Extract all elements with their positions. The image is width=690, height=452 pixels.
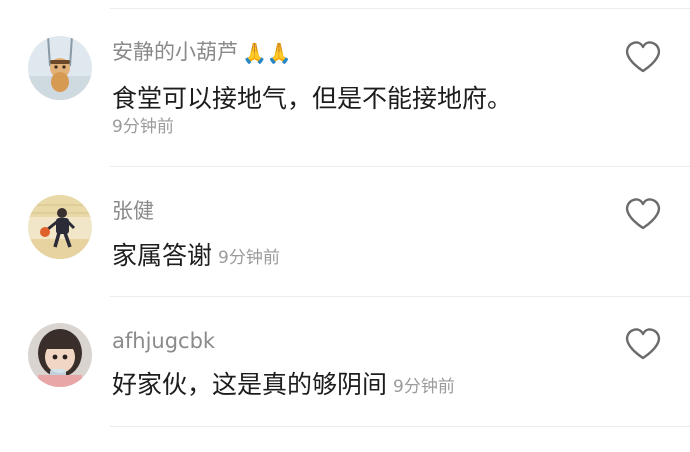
user-avatar[interactable] [28,323,92,387]
basketball-player-avatar-icon [28,195,92,259]
comment-time: 9分钟前 [393,377,455,397]
comment-text-body: 好家伙，这是真的够阴间 [112,370,388,399]
like-heart-icon[interactable] [624,197,662,231]
comment-text[interactable]: 家属答谢 9分钟前 [112,243,280,268]
like-heart-icon[interactable] [624,40,662,74]
comment-text[interactable]: 好家伙，这是真的够阴间 9分钟前 [112,372,455,397]
divider-top [110,8,690,9]
username[interactable]: 安静的小葫芦 🙏🙏 [112,40,292,65]
comment-time: 9分钟前 [218,248,280,268]
child-photo-avatar-icon [28,323,92,387]
user-avatar[interactable] [28,36,92,100]
username-text: 安静的小葫芦 [112,40,238,64]
username[interactable]: afhjugcbk [112,331,215,352]
divider [110,426,690,427]
pray-emoji-icon: 🙏🙏 [242,41,292,65]
divider [110,296,690,297]
cartoon-avatar-icon [28,36,92,100]
like-heart-icon[interactable] [624,327,662,361]
username[interactable]: 张健 [112,201,154,222]
divider [110,166,690,167]
comment-text-body: 家属答谢 [112,241,213,270]
comment-text[interactable]: 食堂可以接地气，但是不能接地府。 [112,86,512,111]
comment-time: 9分钟前 [112,117,174,137]
user-avatar[interactable] [28,195,92,259]
